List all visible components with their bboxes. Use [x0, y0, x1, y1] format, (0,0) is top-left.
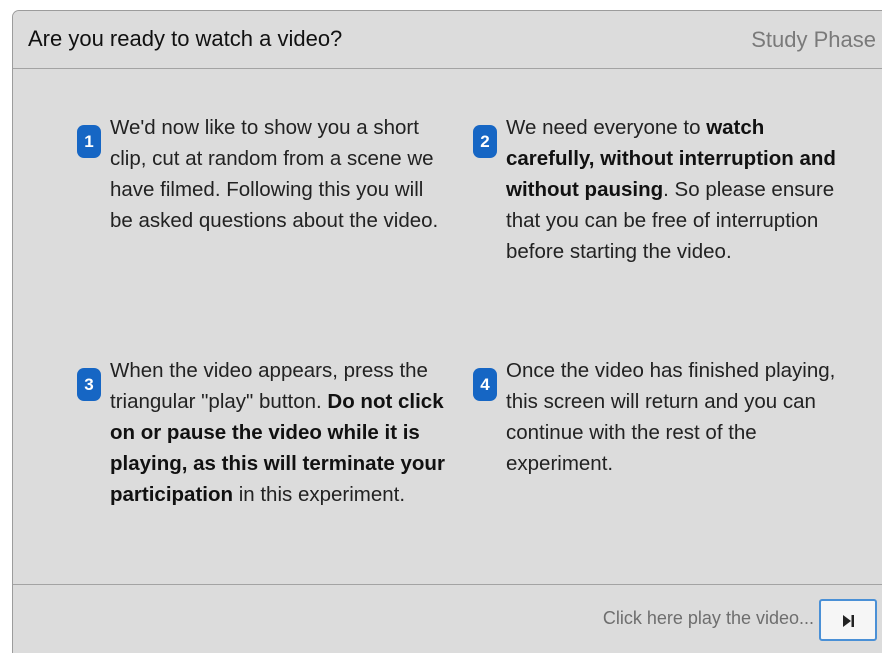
play-video-button[interactable]	[819, 599, 877, 641]
step-text: Once the video has finished playing, thi…	[506, 355, 853, 479]
step-text-part: Once the video has finished playing, thi…	[506, 359, 836, 475]
step-text: We need everyone to watch carefully, wit…	[506, 112, 853, 267]
step-text: We'd now like to show you a short clip, …	[110, 112, 447, 236]
instruction-step-2: 2 We need everyone to watch carefully, w…	[473, 112, 853, 302]
step-number-badge: 1	[77, 125, 101, 158]
step-text-part: We need everyone to	[506, 116, 707, 139]
study-panel: Are you ready to watch a video? Study Ph…	[12, 10, 882, 653]
panel-header: Are you ready to watch a video? Study Ph…	[13, 11, 882, 69]
step-text-part: We'd now like to show you a short clip, …	[110, 116, 439, 232]
instruction-step-1: 1 We'd now like to show you a short clip…	[77, 112, 447, 272]
step-number-badge: 3	[77, 368, 101, 401]
instruction-step-3: 3 When the video appears, press the tria…	[77, 355, 457, 545]
step-text-part: in this experiment.	[233, 483, 406, 506]
step-number-badge: 4	[473, 368, 497, 401]
phase-label: Study Phase	[751, 27, 876, 52]
step-number-badge: 2	[473, 125, 497, 158]
play-hint-text: Click here play the video...	[602, 608, 814, 628]
panel-footer: Click here play the video...	[13, 584, 882, 653]
instruction-step-4: 4 Once the video has finished playing, t…	[473, 355, 853, 485]
step-text: When the video appears, press the triang…	[110, 355, 457, 510]
page-title: Are you ready to watch a video?	[28, 26, 343, 51]
play-next-icon	[843, 615, 854, 627]
